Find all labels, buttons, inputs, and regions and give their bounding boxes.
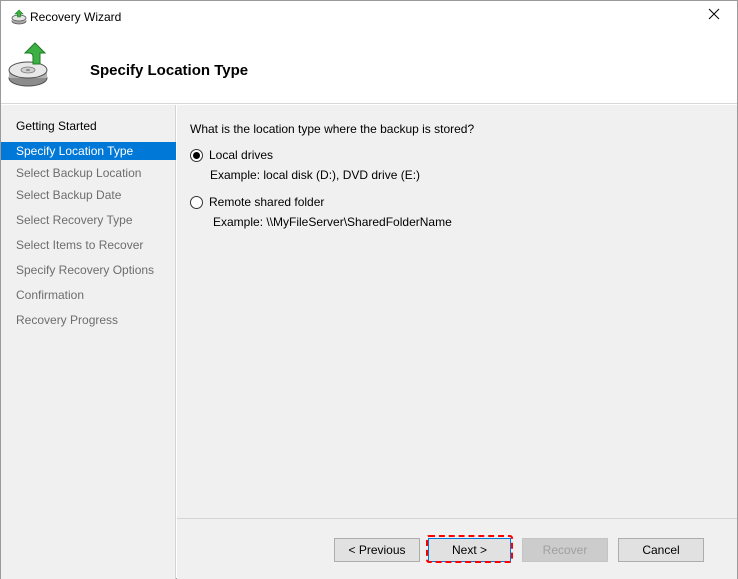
recover-button: Recover [522, 538, 608, 562]
wizard-footer: < Previous Next > Recover Cancel [177, 518, 737, 579]
step-specify-location-type[interactable]: Specify Location Type [1, 142, 176, 160]
wizard-content: What is the location type where the back… [177, 105, 737, 518]
remote-shared-folder-example: Example: \\MyFileServer\SharedFolderName [213, 215, 452, 229]
step-recovery-progress: Recovery Progress [16, 313, 119, 327]
window-title: Recovery Wizard [30, 10, 122, 24]
wizard-steps-sidebar: Getting Started Specify Location Type Se… [1, 105, 176, 579]
recovery-wizard-window: Recovery Wizard Specify Location Type Ge… [0, 0, 738, 579]
remote-shared-folder-option[interactable]: Remote shared folder [190, 195, 324, 209]
remote-shared-folder-label[interactable]: Remote shared folder [209, 195, 324, 209]
step-confirmation: Confirmation [16, 288, 85, 302]
step-select-backup-date: Select Backup Date [16, 188, 122, 202]
disk-restore-icon [7, 40, 53, 90]
step-specify-recovery-options: Specify Recovery Options [16, 263, 155, 277]
previous-button[interactable]: < Previous [334, 538, 420, 562]
close-button[interactable] [691, 1, 737, 31]
title-bar: Recovery Wizard [1, 1, 737, 33]
local-drives-label[interactable]: Local drives [209, 148, 273, 162]
page-title: Specify Location Type [90, 62, 249, 79]
cancel-button[interactable]: Cancel [618, 538, 704, 562]
close-icon [708, 7, 720, 25]
step-getting-started[interactable]: Getting Started [1, 117, 176, 135]
step-select-recovery-type: Select Recovery Type [16, 213, 133, 227]
remote-shared-folder-radio[interactable] [190, 195, 203, 209]
location-type-question: What is the location type where the back… [190, 122, 475, 136]
local-drives-example: Example: local disk (D:), DVD drive (E:) [210, 168, 421, 182]
local-drives-option[interactable]: Local drives [190, 148, 273, 162]
backup-restore-icon [11, 9, 27, 25]
local-drives-radio[interactable] [190, 148, 203, 162]
wizard-header: Specify Location Type [1, 33, 737, 104]
next-button[interactable]: Next > [428, 538, 511, 562]
step-select-items-to-recover: Select Items to Recover [16, 238, 144, 252]
step-select-backup-location: Select Backup Location [16, 166, 142, 180]
